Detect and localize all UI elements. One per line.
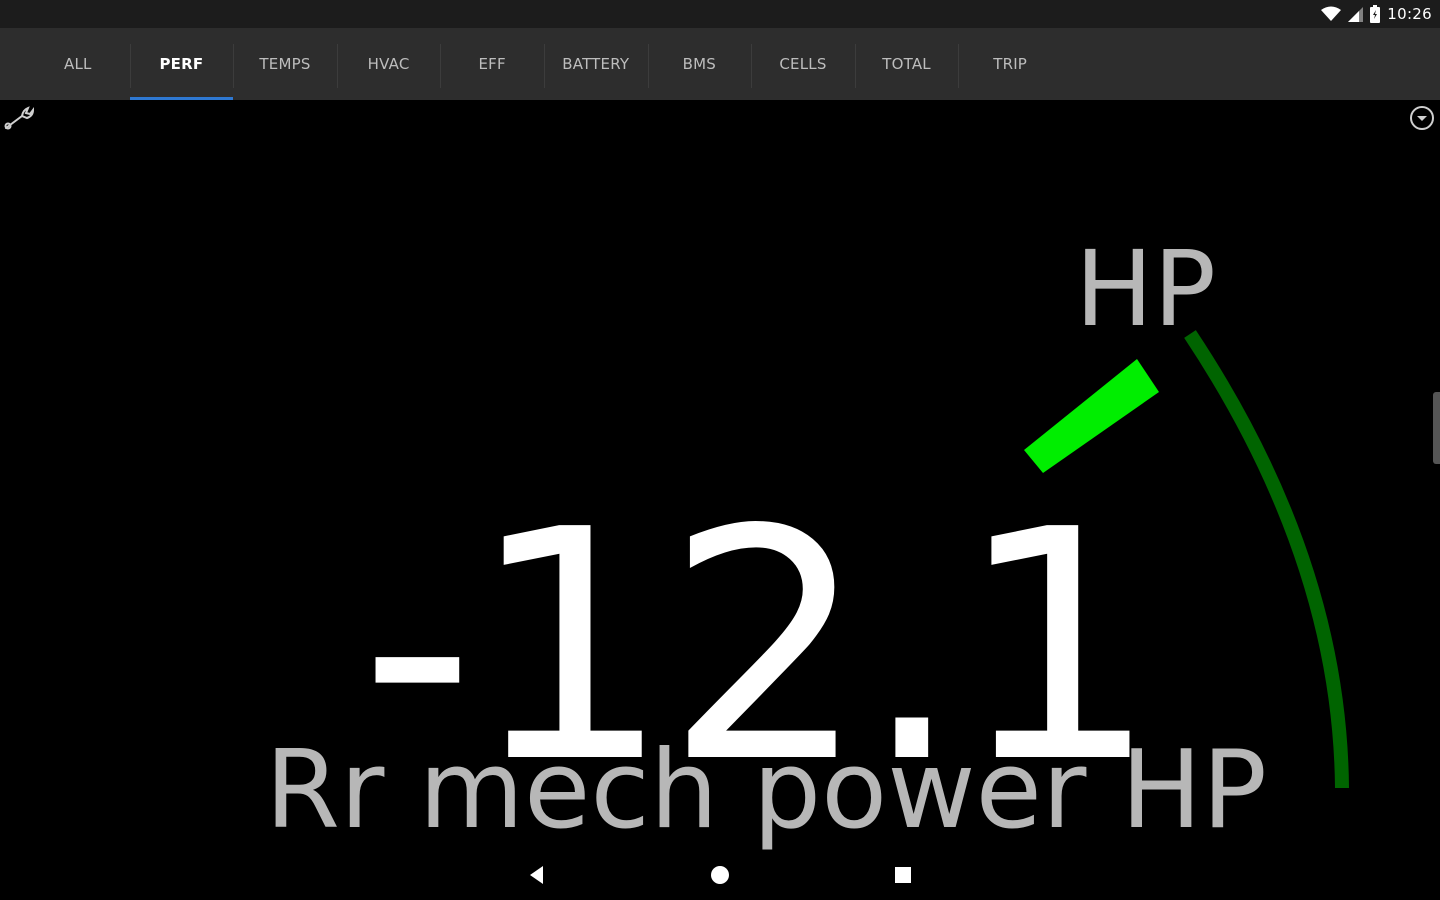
home-icon[interactable]	[705, 860, 735, 890]
gauge-label: Rr mech power HP	[265, 728, 1268, 853]
gauge-value-indicator	[1024, 359, 1159, 473]
gauge-unit: HP	[1075, 228, 1216, 350]
recents-icon[interactable]	[888, 860, 918, 890]
navigation-bar	[0, 850, 1440, 900]
back-icon[interactable]	[522, 860, 552, 890]
gauge-scale-arc	[1184, 330, 1349, 789]
